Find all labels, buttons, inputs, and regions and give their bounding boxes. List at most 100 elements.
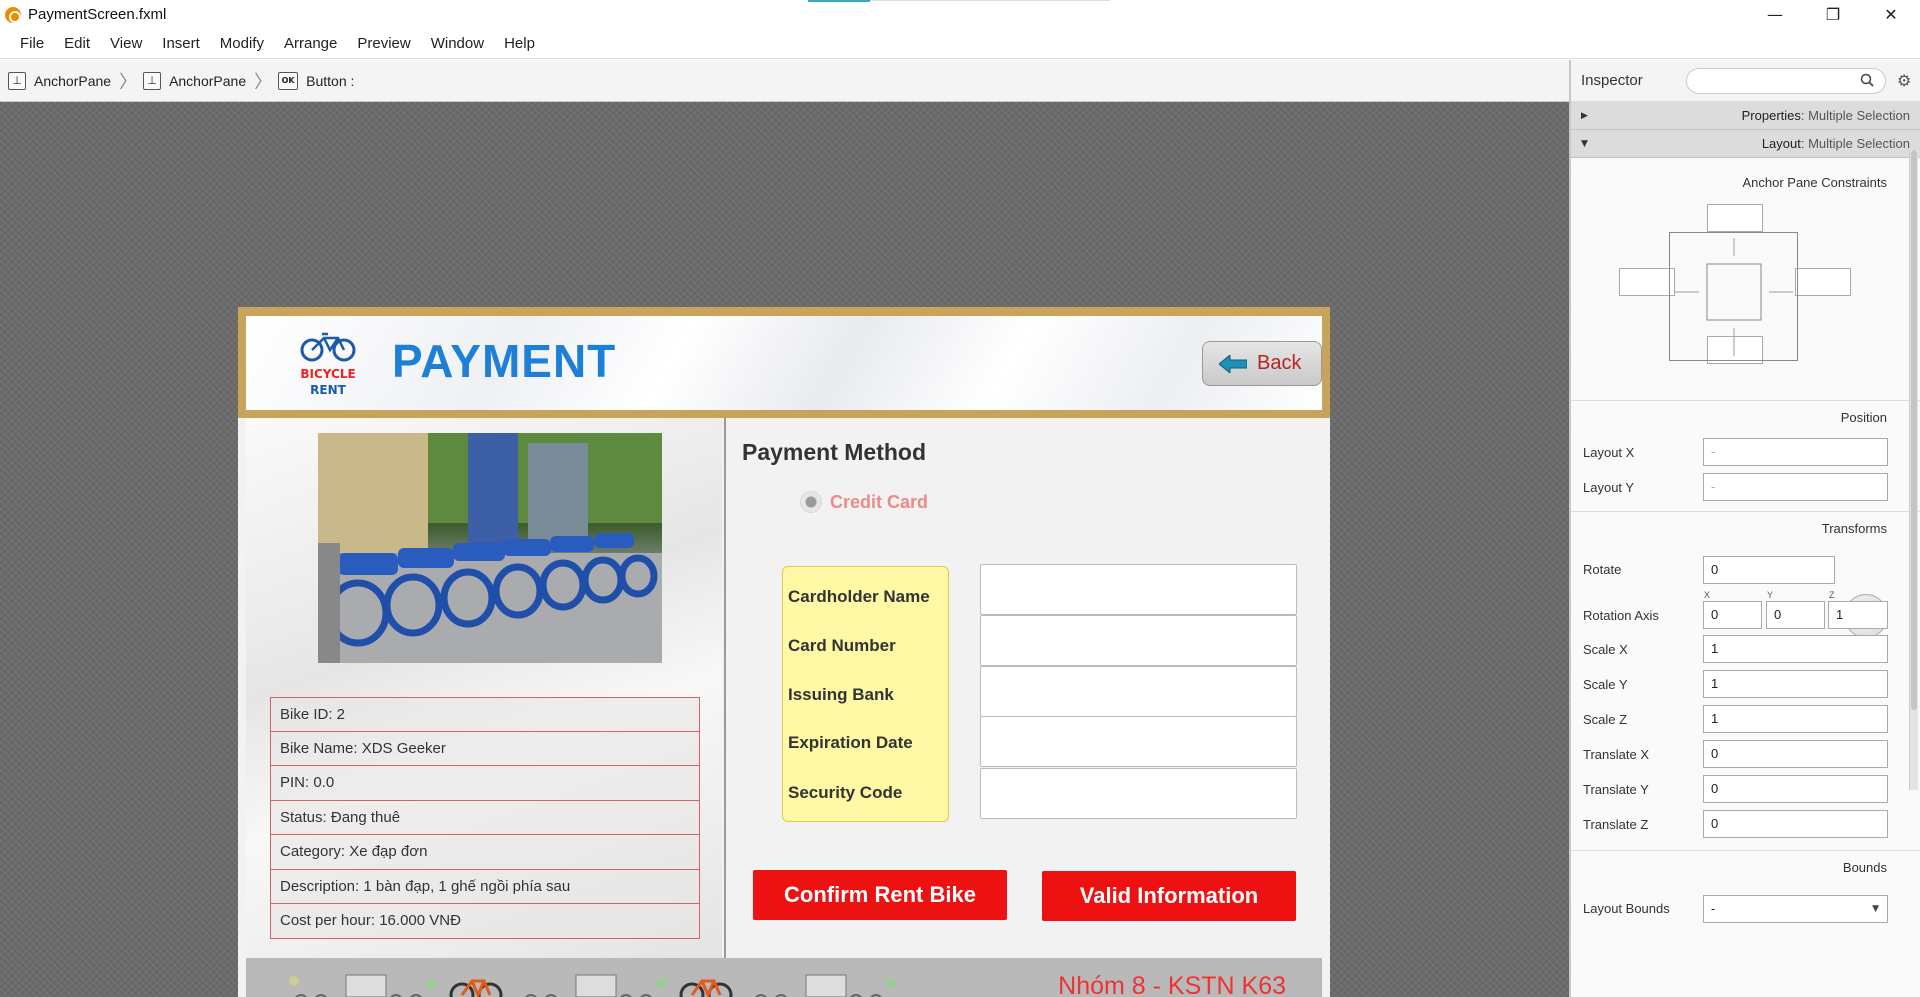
anchor-right-input[interactable] xyxy=(1795,268,1851,296)
confirm-rent-bike-button[interactable]: Confirm Rent Bike xyxy=(753,870,1007,920)
issuing-bank-label: Issuing Bank xyxy=(788,685,894,704)
layout-y-row: Layout Y - xyxy=(1571,470,1920,505)
inspector-scrollbar[interactable] xyxy=(1909,150,1918,790)
scale-z-label: Scale Z xyxy=(1583,712,1628,727)
layout-x-input[interactable]: - xyxy=(1703,438,1888,466)
description-row: Description: 1 bàn đạp, 1 ghế ngồi phía … xyxy=(270,869,700,904)
menu-help[interactable]: Help xyxy=(494,35,545,52)
rotation-axis-label: Rotation Axis xyxy=(1583,608,1659,623)
rotation-axis-z-input[interactable]: 1 xyxy=(1828,601,1888,629)
cardholder-name-input[interactable] xyxy=(980,564,1297,615)
scene-builder-app-icon xyxy=(5,6,21,23)
axis-y-label: Y xyxy=(1767,590,1774,600)
header-frame[interactable]: BICYCLE RENT PAYMENT Back xyxy=(238,307,1330,418)
inspector-title: Inspector xyxy=(1581,72,1643,89)
cardholder-name-label: Cardholder Name xyxy=(788,587,930,606)
payment-scene[interactable]: BICYCLE RENT PAYMENT Back Bike ID: 2 Bik… xyxy=(238,307,1330,997)
translate-y-input[interactable]: 0 xyxy=(1703,775,1888,803)
title-bar: PaymentScreen.fxml — ❐ ✕ xyxy=(0,0,1920,29)
layout-bounds-value: - xyxy=(1711,901,1716,916)
bike-name-row: Bike Name: XDS Geeker xyxy=(270,731,700,766)
rotate-label: Rotate xyxy=(1583,562,1622,577)
bounds-heading: Bounds xyxy=(1842,860,1887,875)
security-code-input[interactable] xyxy=(980,768,1297,819)
menu-window[interactable]: Window xyxy=(421,35,494,52)
translate-y-label: Translate Y xyxy=(1583,782,1649,797)
layout-bounds-row: Layout Bounds - ▼ xyxy=(1571,885,1920,923)
restore-button[interactable]: ❐ xyxy=(1804,0,1862,29)
menu-modify[interactable]: Modify xyxy=(210,35,274,52)
credit-card-radio[interactable]: Credit Card xyxy=(800,491,928,513)
menu-edit[interactable]: Edit xyxy=(54,35,100,52)
inspector-search-input[interactable] xyxy=(1686,68,1886,94)
layout-x-label: Layout X xyxy=(1583,445,1635,460)
pin-row: PIN: 0.0 xyxy=(270,766,700,801)
position-heading: Position xyxy=(1840,410,1887,425)
scale-x-input[interactable]: 1 xyxy=(1703,635,1888,663)
button-ok-icon: OK xyxy=(278,71,299,90)
translate-x-row: Translate X 0 xyxy=(1571,737,1920,772)
menu-arrange[interactable]: Arrange xyxy=(274,35,347,52)
back-button[interactable]: Back xyxy=(1202,341,1322,386)
bike-station-photo xyxy=(318,433,662,663)
breadcrumb-item[interactable]: OK Button : xyxy=(278,71,354,90)
layout-y-input[interactable]: - xyxy=(1703,473,1888,501)
payment-method-panel: Payment Method Credit Card Cardholder Na… xyxy=(724,418,1322,958)
translate-x-label: Translate X xyxy=(1583,747,1649,762)
menu-insert[interactable]: Insert xyxy=(152,35,210,52)
anchor-top-input[interactable] xyxy=(1707,204,1763,232)
title-accent xyxy=(808,0,870,2)
menu-bar: File Edit View Insert Modify Arrange Pre… xyxy=(0,29,1920,59)
security-code-label: Security Code xyxy=(788,783,903,802)
layout-selection: : Multiple Selection xyxy=(1800,136,1910,151)
axis-z-label: Z xyxy=(1829,590,1835,600)
bike-id-row: Bike ID: 2 xyxy=(270,697,700,732)
card-number-input[interactable] xyxy=(980,615,1297,666)
expiration-date-input[interactable] xyxy=(980,716,1297,767)
breadcrumb: ⊥ AnchorPane 〉 ⊥ AnchorPane 〉 OK Button … xyxy=(0,60,1569,102)
valid-information-button[interactable]: Valid Information xyxy=(1042,871,1296,921)
bicycle-rent-logo: BICYCLE RENT xyxy=(300,332,356,397)
scale-y-label: Scale Y xyxy=(1583,677,1628,692)
gear-icon[interactable]: ⚙ xyxy=(1897,71,1911,90)
layout-bounds-label: Layout Bounds xyxy=(1583,901,1670,916)
menu-file[interactable]: File xyxy=(10,35,54,52)
properties-label: Properties xyxy=(1741,108,1801,123)
back-label: Back xyxy=(1257,352,1302,374)
breadcrumb-label: AnchorPane xyxy=(169,72,247,89)
footer-credit: Nhóm 8 - KSTN K63 xyxy=(1058,972,1286,997)
properties-section[interactable]: ▶ Properties : Multiple Selection xyxy=(1571,102,1920,130)
layout-bounds-select[interactable]: - ▼ xyxy=(1703,895,1888,923)
arrow-left-icon xyxy=(1219,354,1247,373)
orange-bike-icon xyxy=(679,979,733,997)
rotation-axis-x-input[interactable]: 0 xyxy=(1703,601,1762,629)
menu-view[interactable]: View xyxy=(100,35,152,52)
translate-x-input[interactable]: 0 xyxy=(1703,740,1888,768)
scale-y-input[interactable]: 1 xyxy=(1703,670,1888,698)
translate-z-label: Translate Z xyxy=(1583,817,1649,832)
anchor-left-input[interactable] xyxy=(1619,268,1675,296)
search-icon xyxy=(1860,73,1874,87)
issuing-bank-input[interactable] xyxy=(980,666,1297,717)
chevron-down-icon: ▼ xyxy=(1581,138,1588,149)
menu-preview[interactable]: Preview xyxy=(347,35,420,52)
design-canvas[interactable]: BICYCLE RENT PAYMENT Back Bike ID: 2 Bik… xyxy=(0,102,1569,997)
radio-icon[interactable] xyxy=(800,491,822,513)
close-button[interactable]: ✕ xyxy=(1862,0,1920,29)
layout-section[interactable]: ▼ Layout : Multiple Selection xyxy=(1571,130,1920,158)
translate-z-input[interactable]: 0 xyxy=(1703,810,1888,838)
chevron-down-icon: ▼ xyxy=(1872,904,1879,914)
field-labels-box: Cardholder Name Card Number Issuing Bank… xyxy=(782,566,949,822)
breadcrumb-item[interactable]: ⊥ AnchorPane 〉 xyxy=(8,68,137,94)
page-title: PAYMENT xyxy=(392,335,617,387)
inspector-header: Inspector ⚙ xyxy=(1571,60,1920,102)
anchor-pane-icon: ⊥ xyxy=(8,71,26,90)
scale-z-input[interactable]: 1 xyxy=(1703,705,1888,733)
minimize-button[interactable]: — xyxy=(1746,0,1804,29)
rotate-input[interactable]: 0 xyxy=(1703,556,1835,584)
chevron-right-icon: 〉 xyxy=(254,71,273,93)
title-accent-line xyxy=(870,0,1110,1)
breadcrumb-item[interactable]: ⊥ AnchorPane 〉 xyxy=(143,68,272,94)
logo-text-bottom: RENT xyxy=(310,383,346,397)
rotation-axis-y-input[interactable]: 0 xyxy=(1766,601,1825,629)
